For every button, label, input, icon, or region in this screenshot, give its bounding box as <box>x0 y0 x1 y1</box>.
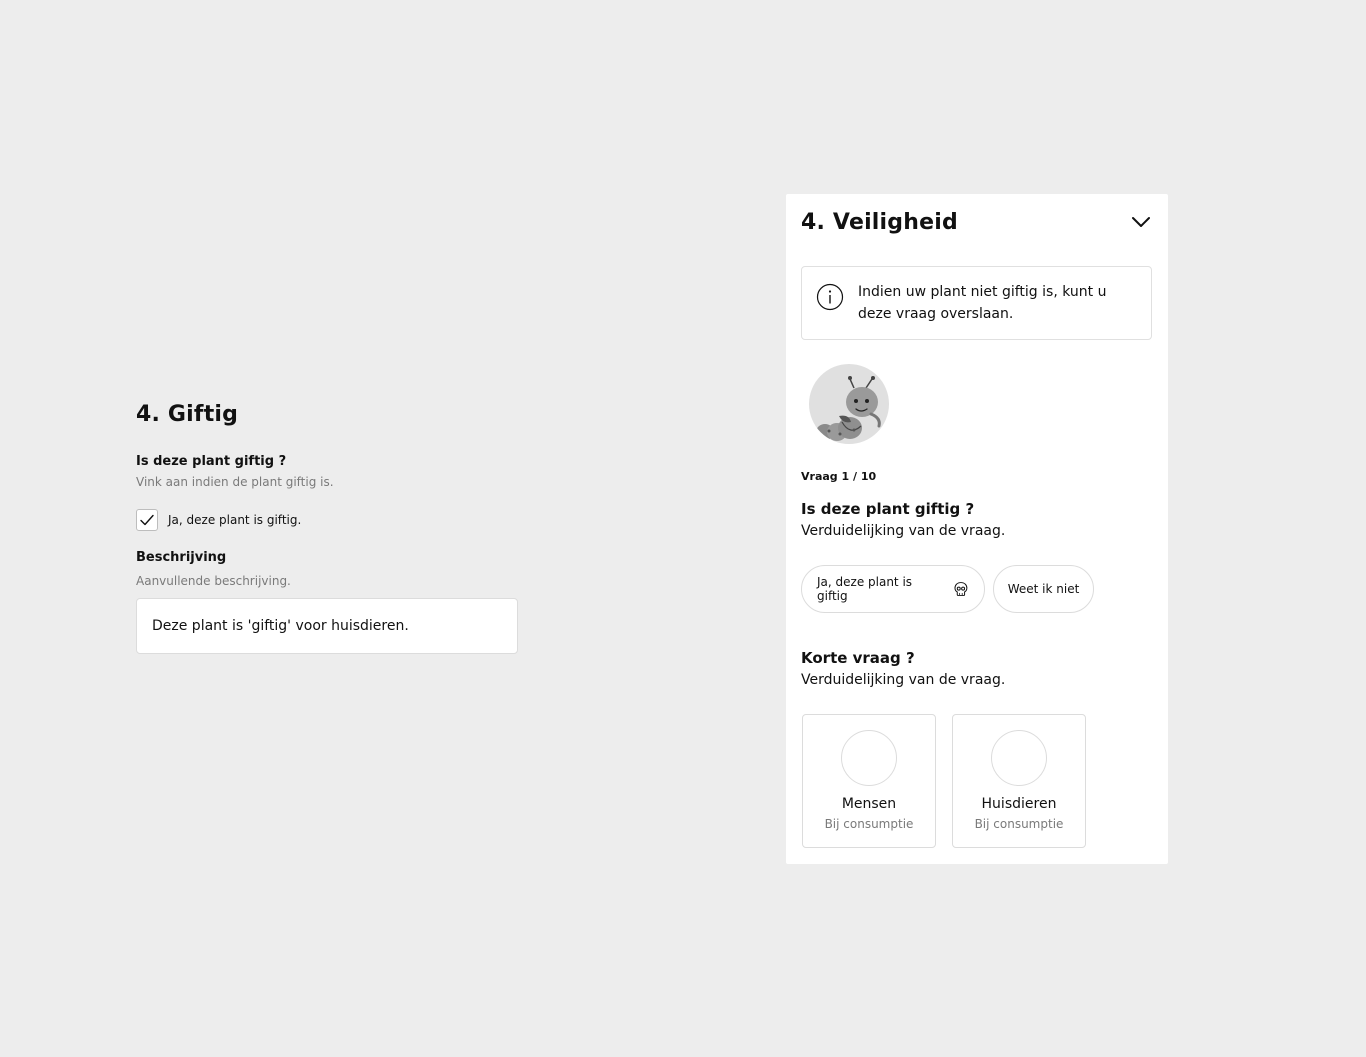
card-image-placeholder <box>841 730 897 786</box>
chevron-down-icon[interactable] <box>1129 210 1153 234</box>
option-card-mensen[interactable]: Mensen Bij consumptie <box>802 714 936 848</box>
question2-subtitle: Verduidelijking van de vraag. <box>801 672 1006 688</box>
question-counter: Vraag 1 / 10 <box>801 470 877 483</box>
question-title: Is deze plant giftig ? <box>136 454 287 469</box>
info-icon <box>816 283 844 311</box>
caterpillar-mascot-avatar <box>809 364 889 444</box>
check-icon <box>140 514 154 526</box>
question-hint: Vink aan indien de plant giftig is. <box>136 475 334 489</box>
form-title: 4. Giftig <box>136 402 239 427</box>
option-yes-toxic-label: Ja, deze plant is giftig <box>817 575 913 603</box>
card-title: Mensen <box>841 796 897 812</box>
skull-icon <box>954 582 968 596</box>
card-subtitle: Bij consumptie <box>824 817 914 831</box>
info-box: Indien uw plant niet giftig is, kunt u d… <box>801 266 1152 340</box>
description-input[interactable] <box>136 598 518 654</box>
option-unknown-button[interactable]: Weet ik niet <box>993 565 1094 613</box>
toxic-checkbox[interactable] <box>136 509 158 531</box>
description-title: Beschrijving <box>136 550 227 565</box>
card-subtitle: Bij consumptie <box>974 817 1064 831</box>
card-image-placeholder <box>991 730 1047 786</box>
option-card-huisdieren[interactable]: Huisdieren Bij consumptie <box>952 714 1086 848</box>
option-yes-toxic-button[interactable]: Ja, deze plant is giftig <box>801 565 985 613</box>
panel-title: 4. Veiligheid <box>801 209 958 235</box>
safety-panel: 4. Veiligheid Indien uw plant niet gifti… <box>786 194 1168 864</box>
option-unknown-label: Weet ik niet <box>1007 582 1080 596</box>
panel-header[interactable]: 4. Veiligheid <box>801 202 1153 242</box>
question1-title: Is deze plant giftig ? <box>801 500 975 518</box>
toxic-checkbox-label[interactable]: Ja, deze plant is giftig. <box>168 512 301 528</box>
card-title: Huisdieren <box>981 796 1057 812</box>
question1-subtitle: Verduidelijking van de vraag. <box>801 523 1006 539</box>
toxic-checkbox-row[interactable]: Ja, deze plant is giftig. <box>136 508 518 532</box>
description-hint: Aanvullende beschrijving. <box>136 574 291 588</box>
question2-title: Korte vraag ? <box>801 649 915 667</box>
info-text: Indien uw plant niet giftig is, kunt u d… <box>858 284 1107 322</box>
giftig-form: 4. Giftig Is deze plant giftig ? Vink aa… <box>136 400 518 654</box>
